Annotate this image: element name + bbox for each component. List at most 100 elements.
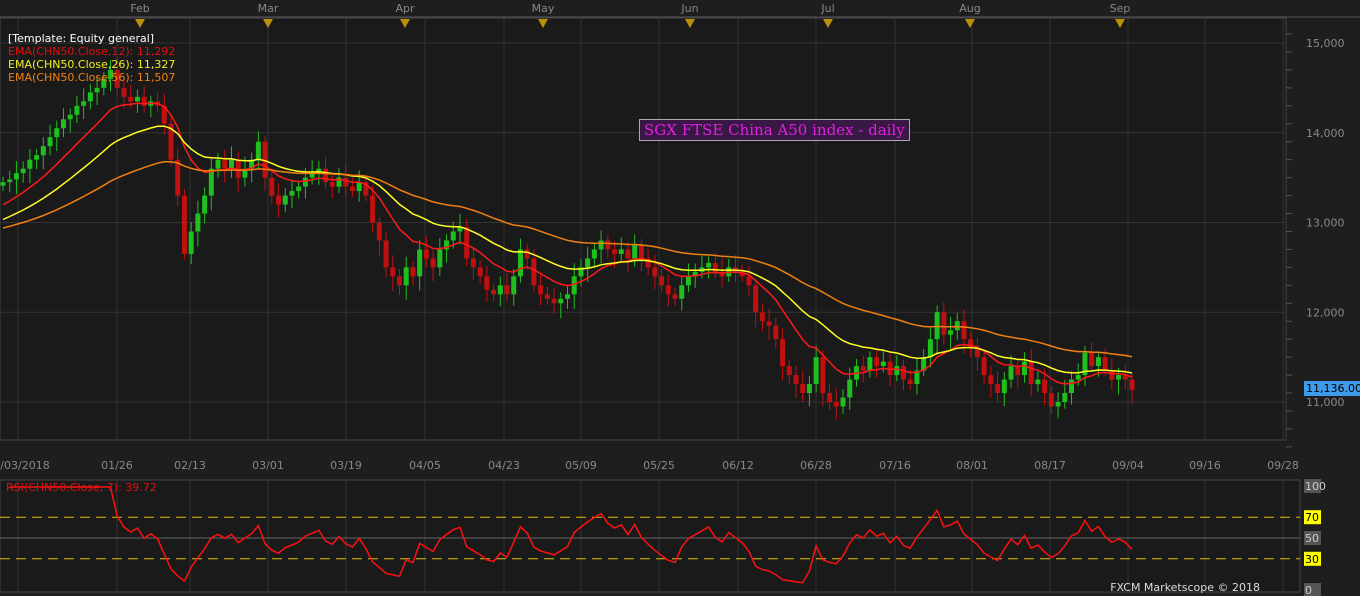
- candle-body: [954, 321, 960, 331]
- candle-body: [491, 289, 497, 295]
- candle-body: [679, 285, 685, 299]
- candle-body: [343, 177, 349, 187]
- chart-canvas[interactable]: 15,000 14,000 13,000 12,000 11,000 01/03/2018…: [0, 0, 1360, 596]
- candle-body: [558, 298, 564, 304]
- x-tick-label: 08/01: [956, 459, 988, 472]
- candle-body: [612, 249, 618, 254]
- candle-body: [188, 231, 194, 254]
- rsi-level-label: 50: [1305, 532, 1319, 545]
- month-label: Jul: [820, 2, 834, 15]
- candle-body: [746, 276, 752, 286]
- candle-body: [1102, 357, 1108, 371]
- candle-body: [773, 325, 779, 340]
- candle-body: [927, 339, 933, 358]
- candle-body: [34, 155, 40, 160]
- candle-body: [450, 231, 456, 241]
- last-price-label: 11,136.00: [1304, 381, 1360, 396]
- x-tick-label: 04/23: [488, 459, 520, 472]
- candle-body: [517, 249, 523, 277]
- candle-body: [847, 379, 853, 398]
- candle-body: [531, 258, 537, 286]
- y-tick-label: 13,000: [1306, 217, 1345, 230]
- candle-body: [1001, 379, 1007, 394]
- candle-body: [887, 361, 893, 376]
- candle-body: [860, 366, 866, 371]
- candle-body: [1042, 379, 1048, 394]
- candle-body: [706, 262, 712, 268]
- candle-body: [134, 96, 140, 102]
- x-tick-label: 06/12: [722, 459, 754, 472]
- x-tick-label: 08/17: [1034, 459, 1066, 472]
- chart-window: 15,000 14,000 13,000 12,000 11,000 01/03/2018…: [0, 0, 1360, 596]
- candle-body: [470, 258, 476, 268]
- rsi-level-label: 30: [1305, 553, 1319, 566]
- candle-body: [376, 222, 382, 241]
- candle-body: [894, 366, 900, 376]
- candle-body: [618, 249, 624, 254]
- candle-body: [652, 267, 658, 277]
- x-tick-label: 09/04: [1112, 459, 1144, 472]
- y-tick-label: 11,000: [1306, 396, 1345, 409]
- candle-body: [1116, 375, 1122, 380]
- candle-body: [605, 240, 611, 250]
- candle-body: [121, 87, 127, 97]
- candle-body: [1109, 370, 1115, 380]
- candle-body: [484, 276, 490, 290]
- candle-body: [1089, 352, 1095, 367]
- x-tick-label: 02/13: [174, 459, 206, 472]
- candle-body: [390, 267, 396, 277]
- month-label: Feb: [130, 2, 149, 15]
- legend-ema12: EMA(CHN50.Close,12): 11,292: [8, 45, 176, 58]
- candle-body: [585, 258, 591, 268]
- x-tick-label: 03/19: [330, 459, 362, 472]
- candle-body: [128, 96, 134, 102]
- candle-body: [215, 159, 221, 169]
- candle-body: [1021, 361, 1027, 376]
- candle-body: [591, 249, 597, 259]
- candle-body: [1048, 393, 1054, 407]
- candle-body: [282, 195, 288, 205]
- candle-body: [813, 357, 819, 385]
- candle-body: [430, 258, 436, 268]
- candle-body: [874, 357, 880, 367]
- candle-body: [968, 339, 974, 349]
- legend-ema26: EMA(CHN50.Close,26): 11,327: [8, 58, 176, 71]
- candle-body: [94, 87, 100, 93]
- candle-body: [74, 105, 80, 115]
- candle-body: [417, 249, 423, 277]
- month-label: Sep: [1110, 2, 1131, 15]
- candle-body: [40, 146, 46, 156]
- candle-body: [827, 393, 833, 402]
- candle-body: [497, 285, 503, 295]
- x-tick-label: 03/01: [252, 459, 284, 472]
- candle-body: [370, 195, 376, 223]
- candle-body: [800, 384, 806, 394]
- x-tick-label: 04/05: [409, 459, 441, 472]
- candle-body: [901, 366, 907, 380]
- candle-body: [833, 402, 839, 407]
- y-tick-label: 14,000: [1306, 127, 1345, 140]
- candle-body: [255, 141, 261, 160]
- candle-body: [840, 397, 846, 407]
- candle-body: [1035, 379, 1041, 385]
- candle-body: [1095, 357, 1101, 367]
- candle-body: [511, 276, 517, 295]
- candle-body: [538, 285, 544, 295]
- month-label: Aug: [959, 2, 980, 15]
- candle-body: [565, 294, 570, 299]
- candle-body: [766, 321, 772, 326]
- candle-body: [54, 128, 60, 138]
- candle-body: [504, 285, 510, 295]
- candle-body: [961, 321, 967, 340]
- candle-body: [981, 357, 987, 376]
- x-tick-label: 05/25: [643, 459, 675, 472]
- candle-body: [820, 357, 826, 394]
- rsi-legend: RSI(CHN50.Close, 7): 39.72: [6, 481, 157, 494]
- candle-body: [13, 173, 19, 180]
- candle-body: [195, 213, 201, 232]
- candle-body: [175, 159, 181, 196]
- month-label: May: [532, 2, 555, 15]
- candle-body: [396, 276, 402, 286]
- month-label: Mar: [258, 2, 279, 15]
- candle-body: [672, 294, 678, 299]
